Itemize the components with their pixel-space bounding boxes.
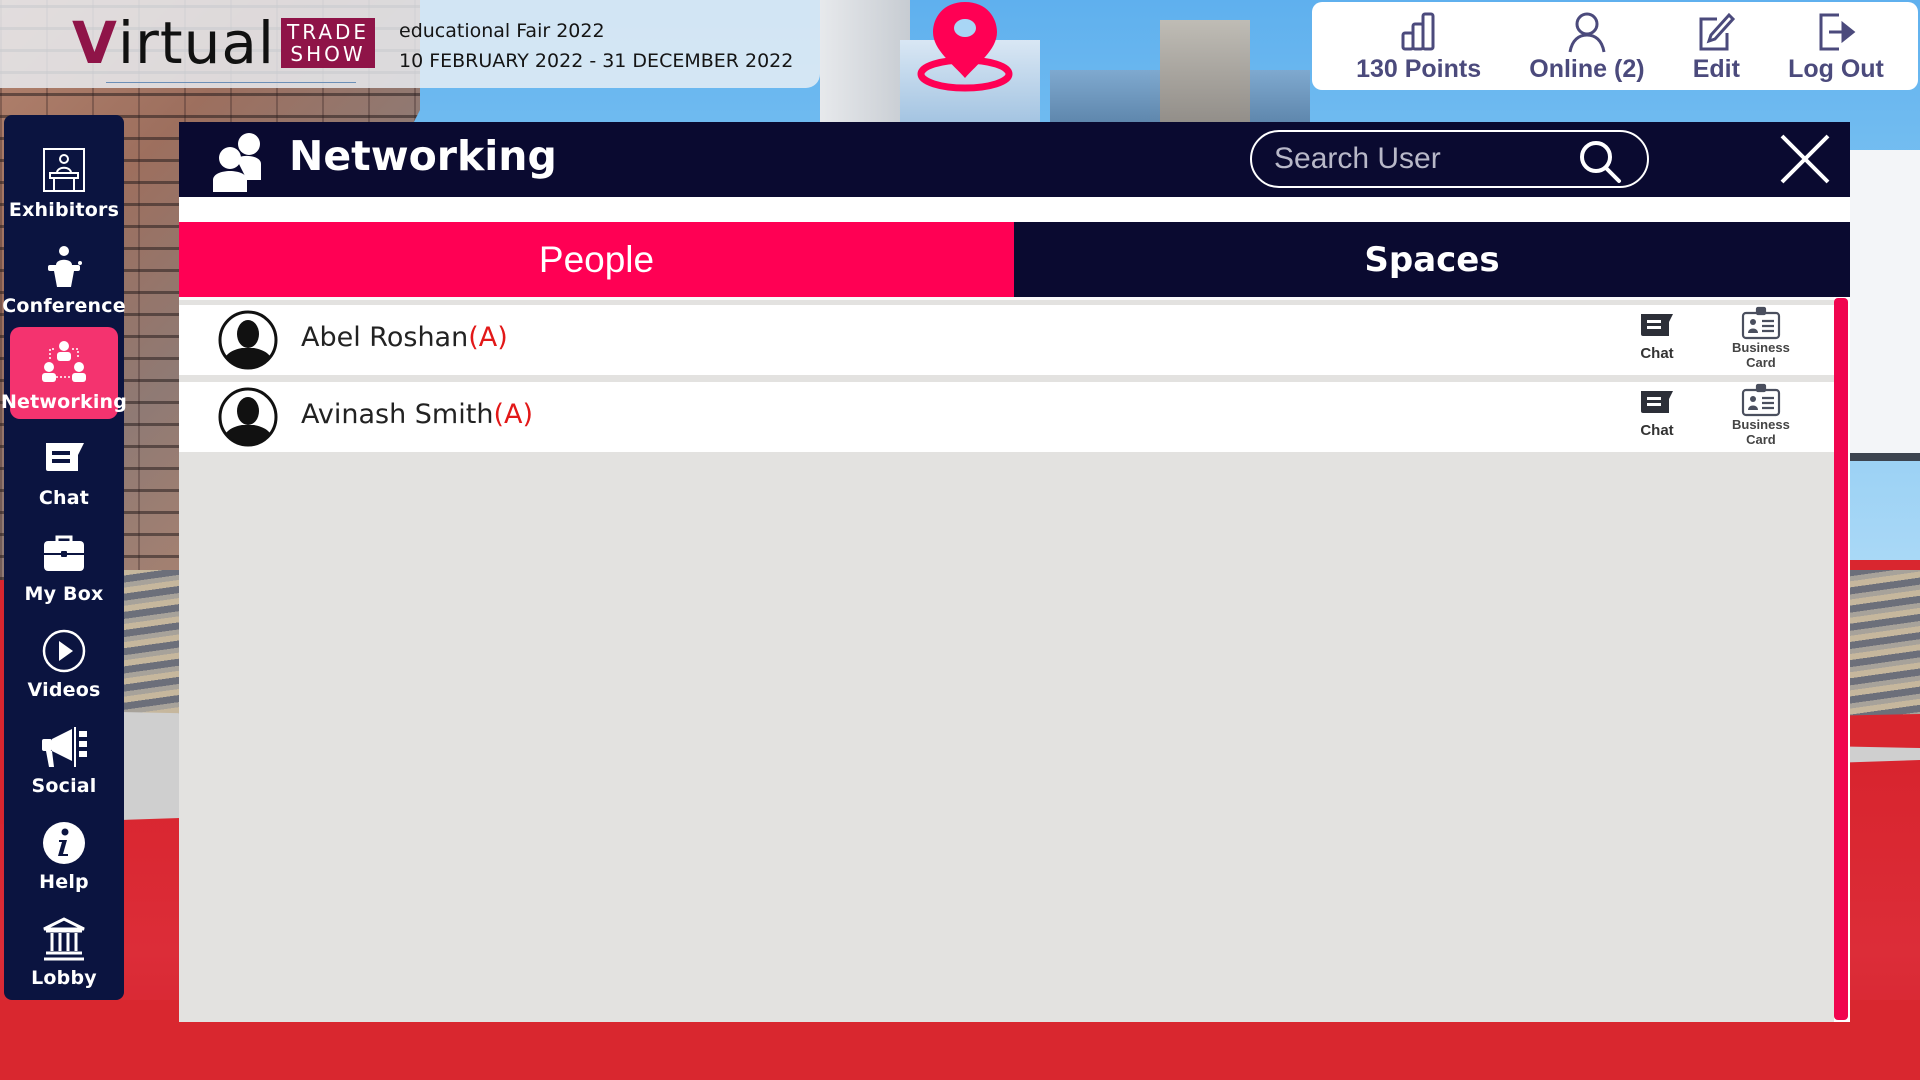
sidebar-item-label: Help — [39, 871, 89, 893]
briefcase-icon — [44, 535, 84, 571]
bar-chart-icon — [1401, 12, 1435, 51]
chat-icon — [1641, 391, 1673, 413]
logo-box-line: TRADE — [287, 20, 370, 44]
top-toolbar: 130 Points Online (2) Edit Log Out — [1312, 2, 1918, 90]
list-item: Abel Roshan(A) Chat Business Card — [179, 305, 1834, 375]
business-card-label-line: Business — [1732, 417, 1790, 432]
sidebar-item-my-box[interactable]: My Box — [10, 519, 118, 611]
tab-spaces[interactable]: Spaces — [1014, 222, 1850, 297]
business-card-button[interactable]: Business Card — [1732, 306, 1790, 370]
avatar — [218, 310, 278, 370]
business-card-icon — [1741, 383, 1781, 417]
points-label: 130 Points — [1356, 55, 1482, 83]
list-scrollbar[interactable] — [1834, 298, 1848, 1020]
tab-people[interactable]: People — [179, 222, 1014, 297]
logo-virtual-text: Virtual — [72, 9, 276, 77]
sidebar-item-conference[interactable]: Conference — [2, 231, 126, 323]
search-icon[interactable] — [1577, 138, 1623, 184]
chat-button[interactable]: Chat — [1639, 310, 1675, 362]
business-card-label: Business Card — [1732, 417, 1790, 447]
networking-icon — [42, 341, 86, 382]
sidebar: Exhibitors Conference Networking Chat My… — [1, 115, 127, 1000]
list-item: Avinash Smith(A) Chat Business Card — [179, 382, 1834, 452]
chat-icon — [46, 443, 84, 471]
sidebar-item-videos[interactable]: Videos — [10, 615, 118, 707]
chat-icon — [1641, 314, 1673, 336]
networking-panel: Networking People Spaces Abel Roshan(A) — [179, 122, 1850, 1022]
chat-label: Chat — [1640, 422, 1674, 439]
online-label: Online (2) — [1529, 55, 1645, 83]
sidebar-item-help[interactable]: Help — [10, 807, 118, 899]
logo-trade-show-box: TRADE SHOW — [281, 18, 376, 68]
event-dates: 10 FEBRUARY 2022 - 31 DECEMBER 2022 — [399, 50, 794, 72]
sidebar-item-label: Networking — [0, 391, 128, 413]
sidebar-item-networking[interactable]: Networking — [1, 327, 127, 419]
sidebar-item-label: Videos — [27, 679, 101, 701]
search-user-field — [1250, 130, 1649, 188]
event-header: Virtual TRADE SHOW educational Fair 2022… — [0, 0, 820, 88]
business-card-icon — [1741, 306, 1781, 340]
people-group-icon — [213, 133, 261, 192]
exhibitor-booth-icon — [43, 148, 85, 192]
role-badge: (A) — [468, 322, 508, 353]
avatar — [218, 387, 278, 447]
sidebar-item-label: Exhibitors — [8, 199, 120, 221]
edit-icon — [1699, 12, 1736, 51]
logout-button[interactable]: Log Out — [1788, 11, 1884, 84]
person-name[interactable]: Avinash Smith(A) — [301, 399, 533, 430]
edit-label: Edit — [1692, 55, 1740, 83]
business-card-label-line: Business — [1732, 340, 1790, 355]
close-icon[interactable] — [1778, 132, 1832, 186]
tab-bar: People Spaces — [179, 222, 1850, 297]
points-button[interactable]: 130 Points — [1356, 11, 1481, 84]
wall-trim — [1849, 453, 1920, 461]
podium-icon — [48, 246, 82, 287]
logo: Virtual TRADE SHOW — [72, 9, 376, 77]
sidebar-item-label: Lobby — [31, 967, 97, 989]
business-card-button[interactable]: Business Card — [1732, 383, 1790, 447]
building — [820, 0, 910, 130]
online-users-button[interactable]: Online (2) — [1529, 11, 1645, 84]
person-name[interactable]: Abel Roshan(A) — [301, 322, 508, 353]
sidebar-item-label: Conference — [2, 295, 126, 317]
sidebar-item-label: My Box — [24, 583, 104, 605]
panel-header: Networking — [179, 122, 1850, 197]
business-card-label-line: Card — [1746, 355, 1776, 370]
role-badge: (A) — [493, 399, 533, 430]
user-icon — [1568, 12, 1606, 53]
logo-underline — [106, 82, 356, 83]
sidebar-item-label: Chat — [38, 487, 90, 509]
chat-button[interactable]: Chat — [1639, 387, 1675, 439]
megaphone-icon — [42, 727, 87, 767]
sidebar-item-label: Social — [31, 775, 97, 797]
search-user-input[interactable] — [1274, 140, 1574, 178]
wall — [1849, 150, 1920, 455]
person-name-text: Avinash Smith — [301, 399, 494, 430]
people-list: Abel Roshan(A) Chat Business Card Avinas… — [179, 297, 1834, 1022]
event-name: educational Fair 2022 — [399, 20, 605, 42]
chat-label: Chat — [1640, 345, 1674, 362]
person-name-text: Abel Roshan — [301, 322, 469, 353]
business-card-label: Business Card — [1732, 340, 1790, 370]
business-card-label-line: Card — [1746, 432, 1776, 447]
panel-title: Networking — [289, 132, 557, 180]
play-icon — [42, 629, 86, 673]
building-icon — [43, 917, 85, 961]
sidebar-item-social[interactable]: Social — [10, 711, 118, 803]
sidebar-item-lobby[interactable]: Lobby — [10, 903, 118, 995]
logout-label: Log Out — [1788, 55, 1884, 83]
sidebar-item-chat[interactable]: Chat — [10, 423, 118, 515]
building — [1160, 20, 1250, 130]
logo-box-line: SHOW — [290, 42, 366, 66]
edit-profile-button[interactable]: Edit — [1693, 11, 1740, 84]
logout-icon — [1819, 13, 1856, 51]
info-icon — [43, 822, 85, 864]
sidebar-item-exhibitors[interactable]: Exhibitors — [8, 135, 120, 227]
location-pin-icon[interactable] — [913, 0, 1017, 94]
